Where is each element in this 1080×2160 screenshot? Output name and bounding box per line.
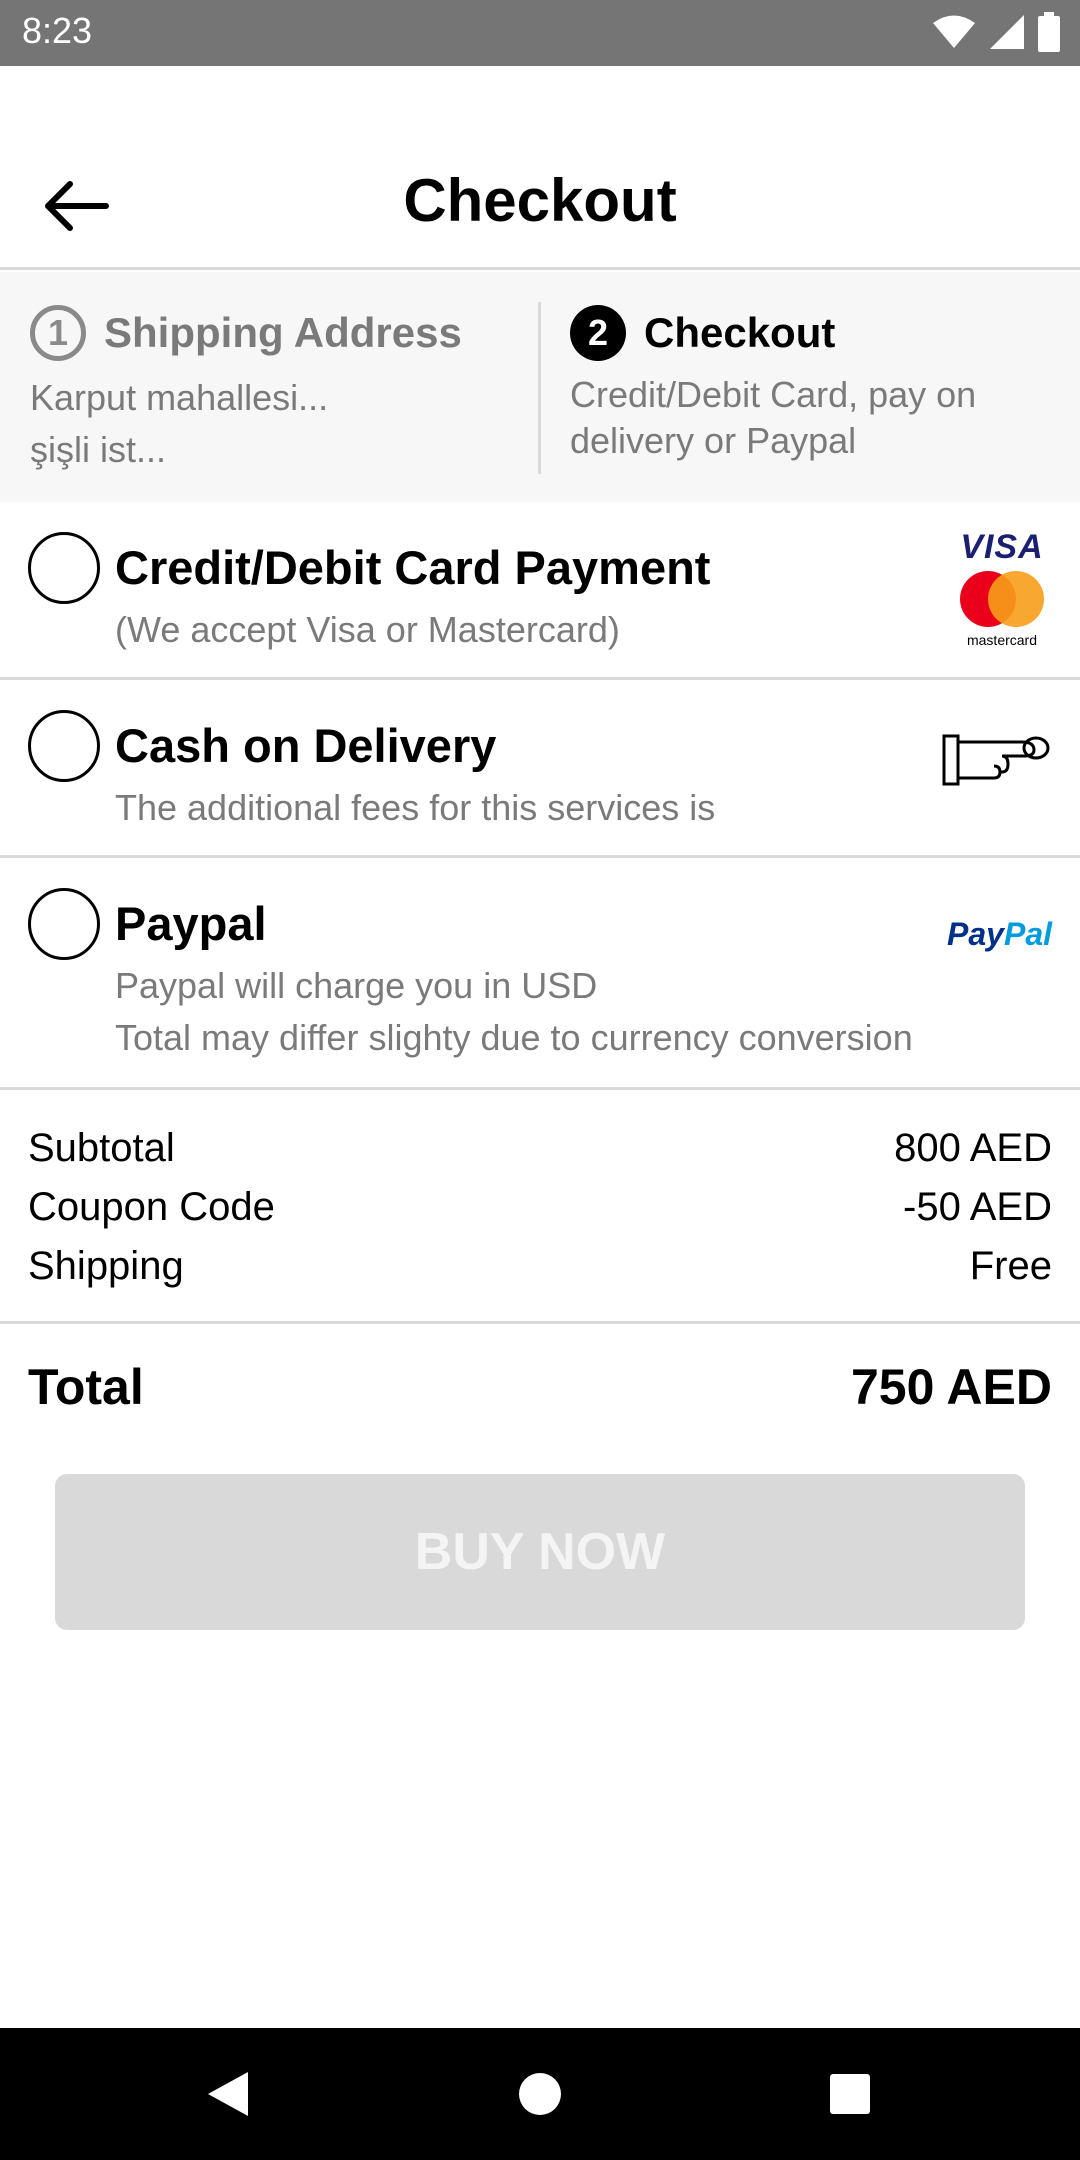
summary-label: Shipping — [28, 1244, 184, 1288]
payment-option-card[interactable]: Credit/Debit Card Payment (We accept Vis… — [0, 502, 1080, 680]
checkout-steps: 1 Shipping Address Karput mahallesi... ş… — [0, 272, 1080, 502]
order-summary: Subtotal 800 AED Coupon Code -50 AED Shi… — [0, 1090, 1080, 1324]
paypal-logo-pal: Pal — [1003, 916, 1052, 952]
battery-icon — [1038, 12, 1060, 52]
status-icons — [932, 12, 1060, 52]
summary-label: Coupon Code — [28, 1185, 275, 1229]
back-triangle-icon — [208, 2072, 248, 2116]
summary-row-subtotal: Subtotal 800 AED — [28, 1126, 1052, 1171]
paypal-note-line: Paypal will charge you in USD — [115, 965, 598, 1006]
page-title: Checkout — [403, 167, 677, 234]
payment-option-cash[interactable]: Cash on Delivery The additional fees for… — [0, 680, 1080, 858]
summary-row-coupon: Coupon Code -50 AED — [28, 1185, 1052, 1230]
step-desc-line: Credit/Debit Card, pay on — [570, 374, 977, 415]
home-circle-icon — [519, 2073, 561, 2115]
buy-now-button[interactable]: BUY NOW — [55, 1474, 1025, 1630]
option-title: Cash on Delivery — [115, 719, 497, 772]
paypal-logo-pay: Pay — [947, 916, 1004, 952]
nav-home-button[interactable] — [508, 2062, 572, 2126]
paypal-radio[interactable] — [28, 888, 100, 960]
summary-label: Subtotal — [28, 1126, 175, 1170]
step-title: Checkout — [644, 309, 836, 356]
recents-square-icon — [830, 2074, 870, 2114]
card-logos: VISA mastercard — [952, 528, 1052, 648]
total-label: Total — [28, 1359, 144, 1415]
mastercard-logo-icon — [960, 571, 1044, 627]
step-title: Shipping Address — [104, 309, 462, 356]
summary-value: -50 AED — [903, 1185, 1052, 1229]
step-description: Karput mahallesi... şişli ist... — [30, 372, 530, 476]
summary-value: Free — [969, 1244, 1052, 1288]
payment-option-paypal[interactable]: Paypal Paypal will charge you in USD Tot… — [0, 858, 1080, 1090]
step-divider — [538, 302, 541, 474]
summary-value: 800 AED — [894, 1126, 1052, 1170]
status-bar: 8:23 — [0, 0, 1080, 66]
option-subtitle: Paypal will charge you in USD Total may … — [115, 960, 913, 1064]
paypal-note-line: Total may differ slighty due to currency… — [115, 1017, 913, 1058]
step-checkout[interactable]: 2 Checkout Credit/Debit Card, pay on del… — [570, 302, 1070, 464]
total-value: 750 AED — [850, 1359, 1052, 1415]
wifi-icon — [933, 15, 975, 48]
step-description: Credit/Debit Card, pay on delivery or Pa… — [570, 372, 1070, 464]
visa-logo: VISA — [960, 528, 1044, 566]
nav-recents-button[interactable] — [818, 2062, 882, 2126]
app-bar: Checkout — [0, 66, 1080, 270]
option-title: Paypal — [115, 897, 267, 950]
mastercard-wordmark: mastercard — [966, 632, 1038, 648]
step-shipping-address[interactable]: 1 Shipping Address Karput mahallesi... ş… — [30, 302, 530, 476]
card-radio[interactable] — [28, 532, 100, 604]
option-subtitle: (We accept Visa or Mastercard) — [115, 609, 620, 650]
system-nav-bar — [0, 2028, 1080, 2160]
step-number-2: 2 — [570, 305, 626, 361]
status-time: 8:23 — [22, 10, 93, 51]
paypal-logo: PayPal — [947, 916, 1052, 953]
nav-back-button[interactable] — [196, 2062, 260, 2126]
total-row: Total 750 AED — [28, 1358, 1052, 1416]
option-title: Credit/Debit Card Payment — [115, 541, 711, 594]
step-desc-line: Karput mahallesi... — [30, 377, 329, 418]
summary-row-shipping: Shipping Free — [28, 1244, 1052, 1289]
step-number-1: 1 — [30, 305, 86, 361]
signal-icon — [990, 15, 1024, 49]
step-desc-line: şişli ist... — [30, 429, 167, 470]
step-desc-line: delivery or Paypal — [570, 420, 857, 461]
hand-cash-icon — [942, 734, 1050, 786]
option-subtitle: The additional fees for this services is — [115, 787, 716, 828]
cash-radio[interactable] — [28, 710, 100, 782]
